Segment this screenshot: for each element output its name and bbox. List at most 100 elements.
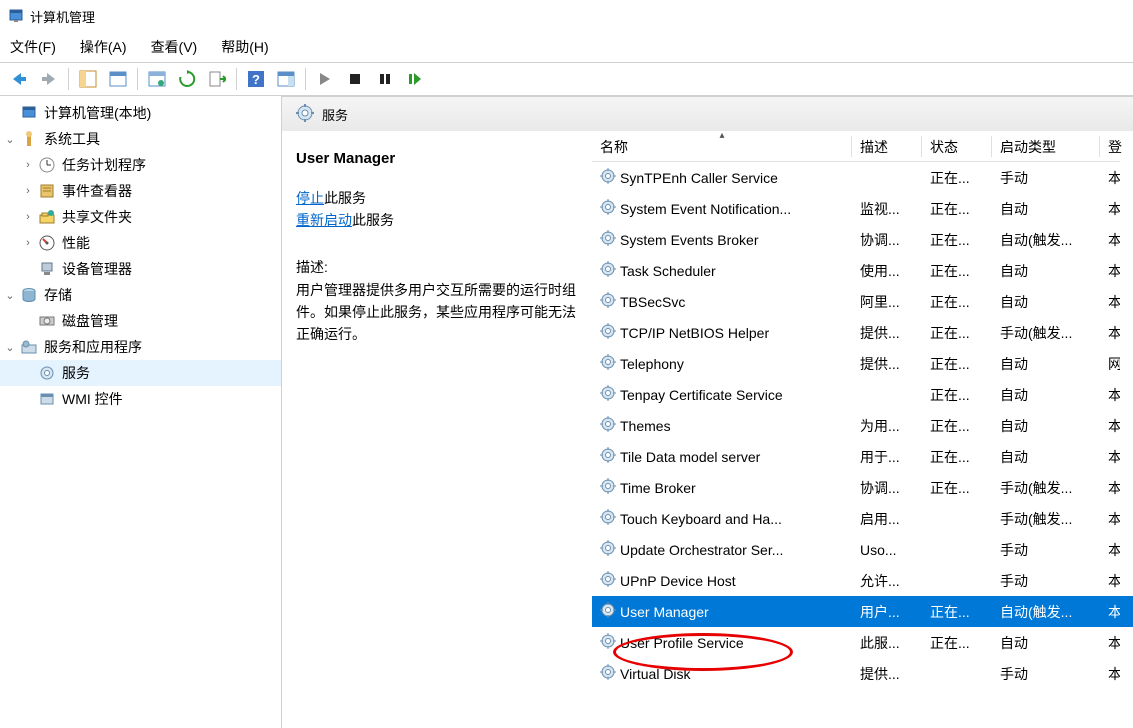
expand-icon[interactable]: ⌄	[2, 289, 18, 302]
app-icon	[8, 8, 24, 24]
expand-icon[interactable]: ⌄	[2, 133, 18, 146]
tree-item-9[interactable]: ⌄服务和应用程序	[0, 334, 281, 360]
tree-item-6[interactable]: 设备管理器	[0, 256, 281, 282]
service-status: 正在...	[922, 199, 992, 219]
service-desc: 监视...	[852, 199, 922, 219]
service-name: Time Broker	[620, 480, 696, 496]
tree-item-0[interactable]: 计算机管理(本地)	[0, 100, 281, 126]
service-row[interactable]: Telephony提供...正在...自动网	[592, 348, 1133, 379]
col-name[interactable]: ▴名称	[592, 132, 852, 162]
service-logon: 本	[1100, 385, 1120, 405]
restart-service-button[interactable]	[402, 66, 428, 92]
event-icon	[38, 182, 56, 200]
tree-label: 任务计划程序	[62, 155, 146, 175]
service-desc: 提供...	[852, 323, 922, 343]
action-pane-button[interactable]	[273, 66, 299, 92]
svg-text:?: ?	[252, 72, 260, 87]
service-logon: 本	[1100, 199, 1120, 219]
col-logon[interactable]: 登	[1100, 132, 1120, 162]
tree-item-2[interactable]: › 任务计划程序	[0, 152, 281, 178]
menu-action[interactable]: 操作(A)	[80, 37, 127, 57]
start-service-button[interactable]	[312, 66, 338, 92]
tree-label: 系统工具	[44, 129, 100, 149]
col-description[interactable]: 描述	[852, 132, 922, 162]
forward-button[interactable]	[36, 66, 62, 92]
service-row[interactable]: System Event Notification...监视...正在...自动…	[592, 193, 1133, 224]
tree-item-11[interactable]: WMI 控件	[0, 386, 281, 412]
gear-icon	[600, 199, 616, 218]
service-row[interactable]: TBSecSvc阿里...正在...自动本	[592, 286, 1133, 317]
tree-item-5[interactable]: ›性能	[0, 230, 281, 256]
service-name: TBSecSvc	[620, 294, 685, 310]
service-row[interactable]: Time Broker协调...正在...手动(触发...本	[592, 472, 1133, 503]
service-status: 正在...	[922, 447, 992, 467]
service-status: 正在...	[922, 602, 992, 622]
description-label: 描述:	[296, 257, 576, 277]
service-status: 正在...	[922, 292, 992, 312]
tree-item-10[interactable]: 服务	[0, 360, 281, 386]
menu-help[interactable]: 帮助(H)	[221, 37, 268, 57]
service-desc: 允许...	[852, 571, 922, 591]
tree-label: 共享文件夹	[62, 207, 132, 227]
menu-file[interactable]: 文件(F)	[10, 37, 56, 57]
service-name: System Events Broker	[620, 232, 759, 248]
service-status: 正在...	[922, 633, 992, 653]
gear-icon	[600, 447, 616, 466]
service-start-type: 自动(触发...	[992, 602, 1100, 622]
tree-item-8[interactable]: 磁盘管理	[0, 308, 281, 334]
expand-icon[interactable]: ›	[20, 237, 36, 249]
back-button[interactable]	[6, 66, 32, 92]
sort-asc-icon: ▴	[719, 132, 724, 141]
service-row[interactable]: User Profile Service此服...正在...自动本	[592, 627, 1133, 658]
pause-service-button[interactable]	[372, 66, 398, 92]
service-status: 正在...	[922, 416, 992, 436]
service-start-type: 自动	[992, 199, 1100, 219]
tree-item-1[interactable]: ⌄ 系统工具	[0, 126, 281, 152]
help-button[interactable]: ?	[243, 66, 269, 92]
service-row[interactable]: Tile Data model server用于...正在...自动本	[592, 441, 1133, 472]
service-desc: 启用...	[852, 509, 922, 529]
restart-link[interactable]: 重新启动	[296, 212, 352, 228]
properties-button[interactable]	[105, 66, 131, 92]
apps-icon	[20, 338, 38, 356]
gear-icon	[600, 230, 616, 249]
expand-icon[interactable]: ›	[20, 159, 36, 171]
expand-icon[interactable]: ⌄	[2, 341, 18, 354]
expand-icon[interactable]: ›	[20, 185, 36, 197]
export-list-button[interactable]	[204, 66, 230, 92]
perf-icon	[38, 234, 56, 252]
service-row[interactable]: Task Scheduler使用...正在...自动本	[592, 255, 1133, 286]
col-startup-type[interactable]: 启动类型	[992, 132, 1100, 162]
service-row[interactable]: Themes为用...正在...自动本	[592, 410, 1133, 441]
service-row[interactable]: Tenpay Certificate Service正在...自动本	[592, 379, 1133, 410]
toolbar: ?	[0, 62, 1133, 96]
service-logon: 本	[1100, 292, 1120, 312]
stop-link[interactable]: 停止	[296, 190, 324, 206]
export-button[interactable]	[144, 66, 170, 92]
show-hide-button[interactable]	[75, 66, 101, 92]
service-name: Task Scheduler	[620, 263, 716, 279]
service-row[interactable]: Virtual Disk提供...手动本	[592, 658, 1133, 689]
tree-item-7[interactable]: ⌄存储	[0, 282, 281, 308]
service-row[interactable]: UPnP Device Host允许...手动本	[592, 565, 1133, 596]
service-logon: 本	[1100, 261, 1120, 281]
service-row[interactable]: System Events Broker协调...正在...自动(触发...本	[592, 224, 1133, 255]
titlebar: 计算机管理	[0, 0, 1133, 32]
menu-view[interactable]: 查看(V)	[151, 37, 198, 57]
expand-icon[interactable]: ›	[20, 211, 36, 223]
tree-item-3[interactable]: ›事件查看器	[0, 178, 281, 204]
service-desc: 用于...	[852, 447, 922, 467]
gear-icon	[600, 633, 616, 652]
service-row[interactable]: Touch Keyboard and Ha...启用...手动(触发...本	[592, 503, 1133, 534]
service-row[interactable]: SynTPEnh Caller Service正在...手动本	[592, 162, 1133, 193]
service-row[interactable]: TCP/IP NetBIOS Helper提供...正在...手动(触发...本	[592, 317, 1133, 348]
service-row[interactable]: Update Orchestrator Ser...Uso...手动本	[592, 534, 1133, 565]
service-start-type: 手动(触发...	[992, 509, 1100, 529]
refresh-button[interactable]	[174, 66, 200, 92]
col-status[interactable]: 状态	[922, 132, 992, 162]
service-list: ▴名称 描述 状态 启动类型 登 SynTPEnh Caller Service…	[592, 132, 1133, 728]
service-logon: 本	[1100, 571, 1120, 591]
tree-item-4[interactable]: › 共享文件夹	[0, 204, 281, 230]
stop-service-button[interactable]	[342, 66, 368, 92]
service-row[interactable]: User Manager用户...正在...自动(触发...本	[592, 596, 1133, 627]
